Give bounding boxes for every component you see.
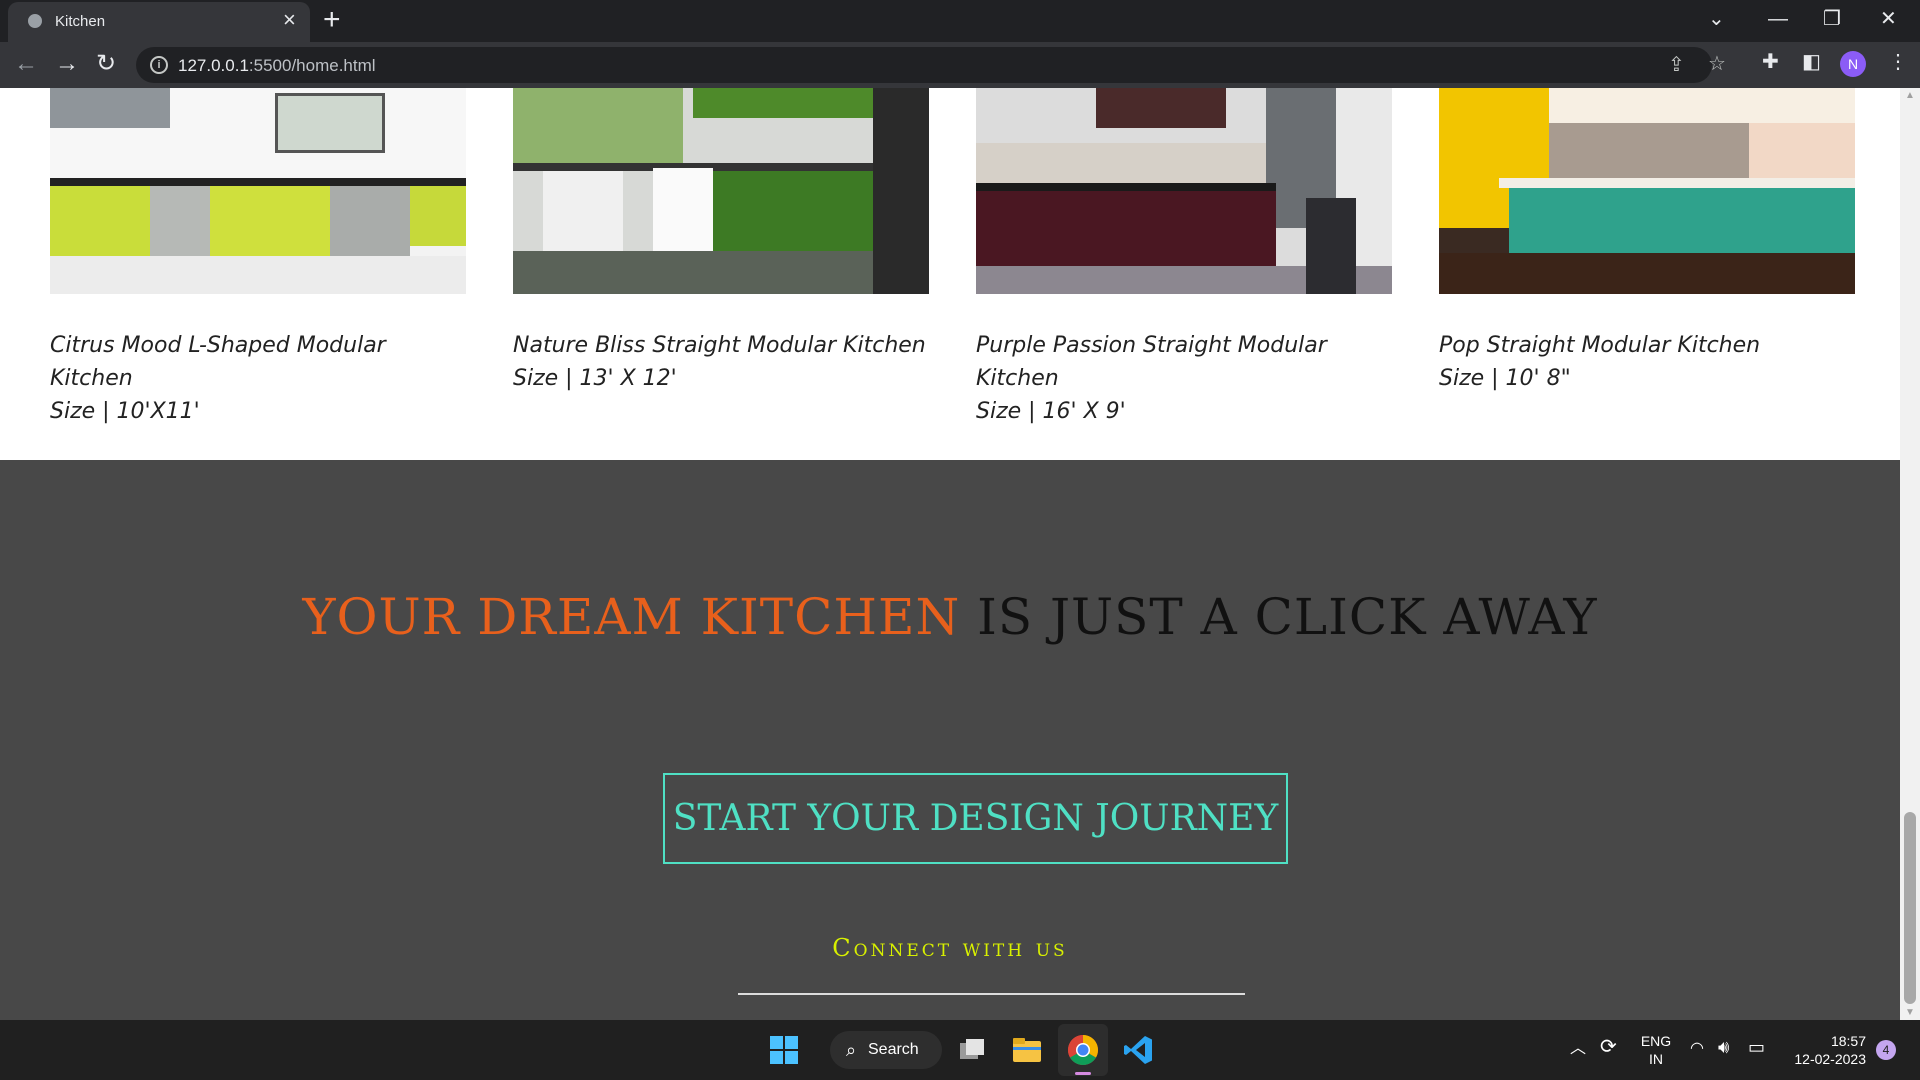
- address-bar[interactable]: i 127.0.0.1:5500/home.html ⇪ ☆: [136, 47, 1726, 83]
- side-panel-icon[interactable]: ◧: [1802, 50, 1821, 74]
- scroll-up-icon[interactable]: ▲: [1905, 90, 1915, 101]
- tab-kitchen[interactable]: Kitchen ×: [8, 2, 310, 42]
- reload-icon[interactable]: ↻: [96, 50, 116, 78]
- product-size: Size | 10'X11': [50, 399, 200, 424]
- product-card[interactable]: Purple Passion Straight Modular Kitchen …: [976, 88, 1392, 428]
- kitchen-image-pop: [1439, 88, 1855, 294]
- task-view-icon[interactable]: [956, 1034, 988, 1066]
- profile-avatar[interactable]: N: [1840, 51, 1866, 77]
- product-name: Purple Passion Straight Modular Kitchen: [976, 333, 1327, 391]
- headline-rest: IS JUST A CLICK AWAY: [960, 588, 1598, 646]
- wifi-icon[interactable]: ◠: [1690, 1040, 1704, 1058]
- product-name: Citrus Mood L-Shaped Modular Kitchen: [50, 333, 386, 391]
- browser-tab-bar: Kitchen × + ⌄ — ❐ ✕: [0, 0, 1920, 42]
- sync-icon[interactable]: ⟳: [1600, 1037, 1617, 1057]
- chrome-icon: [1067, 1035, 1099, 1066]
- share-icon[interactable]: ⇪: [1668, 53, 1685, 77]
- minimize-icon[interactable]: —: [1768, 6, 1788, 32]
- browser-toolbar: ← → ↻ i 127.0.0.1:5500/home.html ⇪ ☆: [0, 42, 1920, 88]
- page-viewport: Citrus Mood L-Shaped Modular Kitchen Siz…: [0, 88, 1900, 1020]
- footer-section: YOUR DREAM KITCHEN IS JUST A CLICK AWAY …: [0, 460, 1900, 1020]
- search-icon: ⌕: [846, 1040, 857, 1060]
- kitchen-image-citrus: [50, 88, 466, 294]
- globe-icon: [26, 12, 44, 30]
- kitchen-image-nature: [513, 88, 929, 294]
- kitchen-image-purple: [976, 88, 1392, 294]
- notification-badge[interactable]: 4: [1876, 1040, 1896, 1060]
- close-tab-icon[interactable]: ×: [283, 8, 296, 32]
- product-size: Size | 16' X 9': [976, 399, 1126, 424]
- windows-start-icon[interactable]: [768, 1034, 800, 1066]
- taskbar-search[interactable]: ⌕ Search: [830, 1031, 942, 1069]
- windows-taskbar: ⌕ Search ︿ ⟳ ENG IN ◠ 🔊︎ ▭ 18:57 12-02-2…: [0, 1020, 1920, 1080]
- close-window-icon[interactable]: ✕: [1880, 6, 1897, 32]
- product-card[interactable]: Pop Straight Modular Kitchen Size | 10' …: [1439, 88, 1855, 395]
- product-size: Size | 10' 8": [1439, 366, 1571, 391]
- scroll-thumb[interactable]: [1904, 812, 1916, 1004]
- divider: [738, 993, 1245, 995]
- tab-search-chevron-icon[interactable]: ⌄: [1708, 6, 1725, 32]
- show-hidden-icons[interactable]: ︿: [1570, 1040, 1586, 1058]
- product-name: Pop Straight Modular Kitchen: [1439, 333, 1761, 358]
- restore-icon[interactable]: ❐: [1823, 6, 1841, 32]
- page-scrollbar[interactable]: ▲ ▼: [1900, 88, 1920, 1020]
- menu-icon[interactable]: ⋮: [1888, 50, 1908, 74]
- bookmark-star-icon[interactable]: ☆: [1708, 52, 1726, 76]
- scroll-down-icon[interactable]: ▼: [1905, 1007, 1915, 1018]
- product-size: Size | 13' X 12': [513, 366, 677, 391]
- headline-highlight: YOUR DREAM KITCHEN: [302, 588, 961, 646]
- extensions-icon[interactable]: ✚: [1762, 50, 1779, 74]
- tab-title: Kitchen: [55, 13, 106, 30]
- back-icon[interactable]: ←: [14, 50, 38, 78]
- volume-icon[interactable]: 🔊︎: [1718, 1038, 1729, 1056]
- clock[interactable]: 18:57 12-02-2023: [1786, 1032, 1866, 1068]
- vscode-icon[interactable]: [1122, 1034, 1154, 1066]
- connect-title: Connect with us: [832, 934, 1068, 962]
- product-name: Nature Bliss Straight Modular Kitchen: [513, 333, 926, 358]
- url-text: 127.0.0.1:5500/home.html: [178, 56, 376, 75]
- start-design-journey-button[interactable]: START YOUR DESIGN JOURNEY: [663, 773, 1288, 864]
- site-info-icon[interactable]: i: [150, 56, 168, 74]
- language-indicator[interactable]: ENG IN: [1636, 1032, 1676, 1068]
- file-explorer-icon[interactable]: [1011, 1034, 1043, 1066]
- battery-icon[interactable]: ▭: [1748, 1038, 1765, 1056]
- forward-icon[interactable]: →: [55, 50, 79, 78]
- chrome-taskbar-tile[interactable]: [1058, 1024, 1108, 1076]
- new-tab-icon[interactable]: +: [323, 4, 341, 36]
- headline: YOUR DREAM KITCHEN IS JUST A CLICK AWAY: [0, 588, 1900, 646]
- product-card[interactable]: Nature Bliss Straight Modular Kitchen Si…: [513, 88, 929, 395]
- product-card[interactable]: Citrus Mood L-Shaped Modular Kitchen Siz…: [50, 88, 466, 428]
